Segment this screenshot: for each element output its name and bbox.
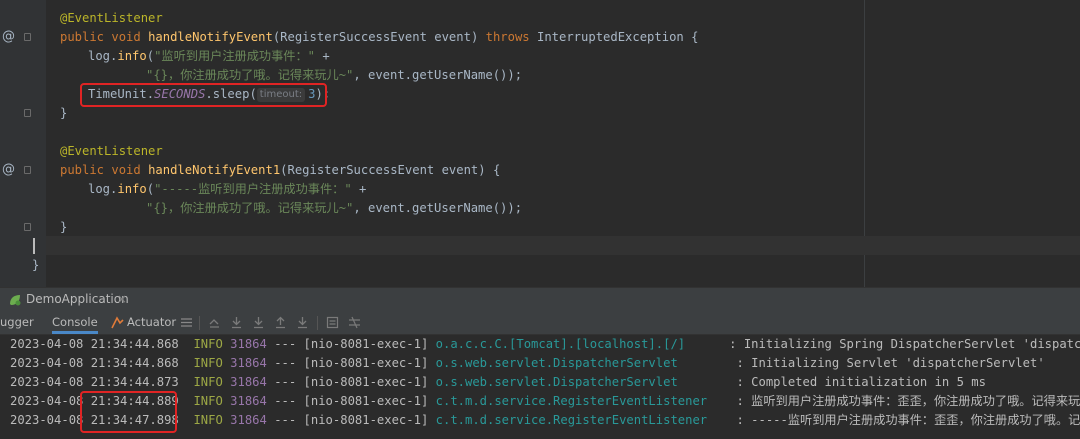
code-line: public void handleNotifyEvent(RegisterSu… <box>60 30 699 44</box>
timestamp-highlight-box <box>80 391 177 433</box>
tab-debugger[interactable]: ugger <box>0 311 34 334</box>
close-icon[interactable]: × <box>117 292 127 306</box>
gutter-line: @ <box>0 161 46 180</box>
run-tool-window-header: DemoApplication × <box>0 287 1080 311</box>
log-line: 2023-04-08 21:34:44.868 INFO 31864 --- [… <box>10 337 1080 351</box>
code-line: log.info("监听到用户注册成功事件：" + <box>88 49 330 63</box>
log-line: 2023-04-08 21:34:44.873 INFO 31864 --- [… <box>10 375 986 389</box>
code-line: } <box>60 220 68 234</box>
method-name: handleNotifyEvent1 <box>148 163 281 177</box>
fold-end-icon[interactable] <box>24 109 31 117</box>
sleep-highlight-box <box>80 83 327 107</box>
step-over-icon[interactable] <box>230 316 243 329</box>
tab-console[interactable]: Console <box>52 311 98 334</box>
run-to-cursor-icon[interactable] <box>296 316 309 329</box>
spring-boot-run-icon <box>10 295 21 306</box>
tab-actuator[interactable]: Actuator <box>127 311 176 334</box>
code-line: } <box>60 106 68 120</box>
toolbar-separator <box>199 316 200 330</box>
fold-end-icon[interactable] <box>24 223 31 231</box>
event-listener-gutter-icon[interactable]: @ <box>2 162 15 177</box>
code-editor[interactable]: @ @ @EventListener public void handleNot… <box>0 0 1080 287</box>
method-name: handleNotifyEvent <box>148 30 273 44</box>
code-line: public void handleNotifyEvent1(RegisterS… <box>60 163 501 177</box>
restore-layout-icon[interactable] <box>208 316 221 329</box>
menu-icon[interactable] <box>180 316 193 329</box>
console-output[interactable]: 2023-04-08 21:34:44.868 INFO 31864 --- [… <box>0 335 1080 439</box>
gutter-line <box>0 218 46 237</box>
gutter-line <box>0 104 46 123</box>
fold-marker-icon[interactable] <box>24 33 31 41</box>
editor-gutter: @ @ <box>0 0 46 287</box>
code-line: @EventListener <box>60 144 163 158</box>
event-listener-gutter-icon[interactable]: @ <box>2 29 15 44</box>
fold-marker-icon[interactable] <box>24 166 31 174</box>
gutter-line: @ <box>0 28 46 47</box>
text-caret <box>33 238 35 254</box>
step-out-icon[interactable] <box>274 316 287 329</box>
code-line: log.info("-----监听到用户注册成功事件：" + <box>88 182 367 196</box>
trace-icon[interactable] <box>348 316 361 329</box>
run-toolbar: ugger Console Actuator <box>0 311 1080 335</box>
step-into-icon[interactable] <box>252 316 265 329</box>
code-line: "{}，你注册成功了哦。记得来玩儿~", event.getUserName()… <box>146 201 523 215</box>
run-config-tab[interactable]: DemoApplication <box>26 292 129 306</box>
code-line: } <box>32 258 40 272</box>
evaluate-icon[interactable] <box>326 316 339 329</box>
toolbar-separator <box>317 316 318 330</box>
code-line: @EventListener <box>60 11 163 25</box>
actuator-icon <box>111 316 124 329</box>
current-line-highlight <box>46 236 1080 255</box>
log-line: 2023-04-08 21:34:44.868 INFO 31864 --- [… <box>10 356 1045 370</box>
